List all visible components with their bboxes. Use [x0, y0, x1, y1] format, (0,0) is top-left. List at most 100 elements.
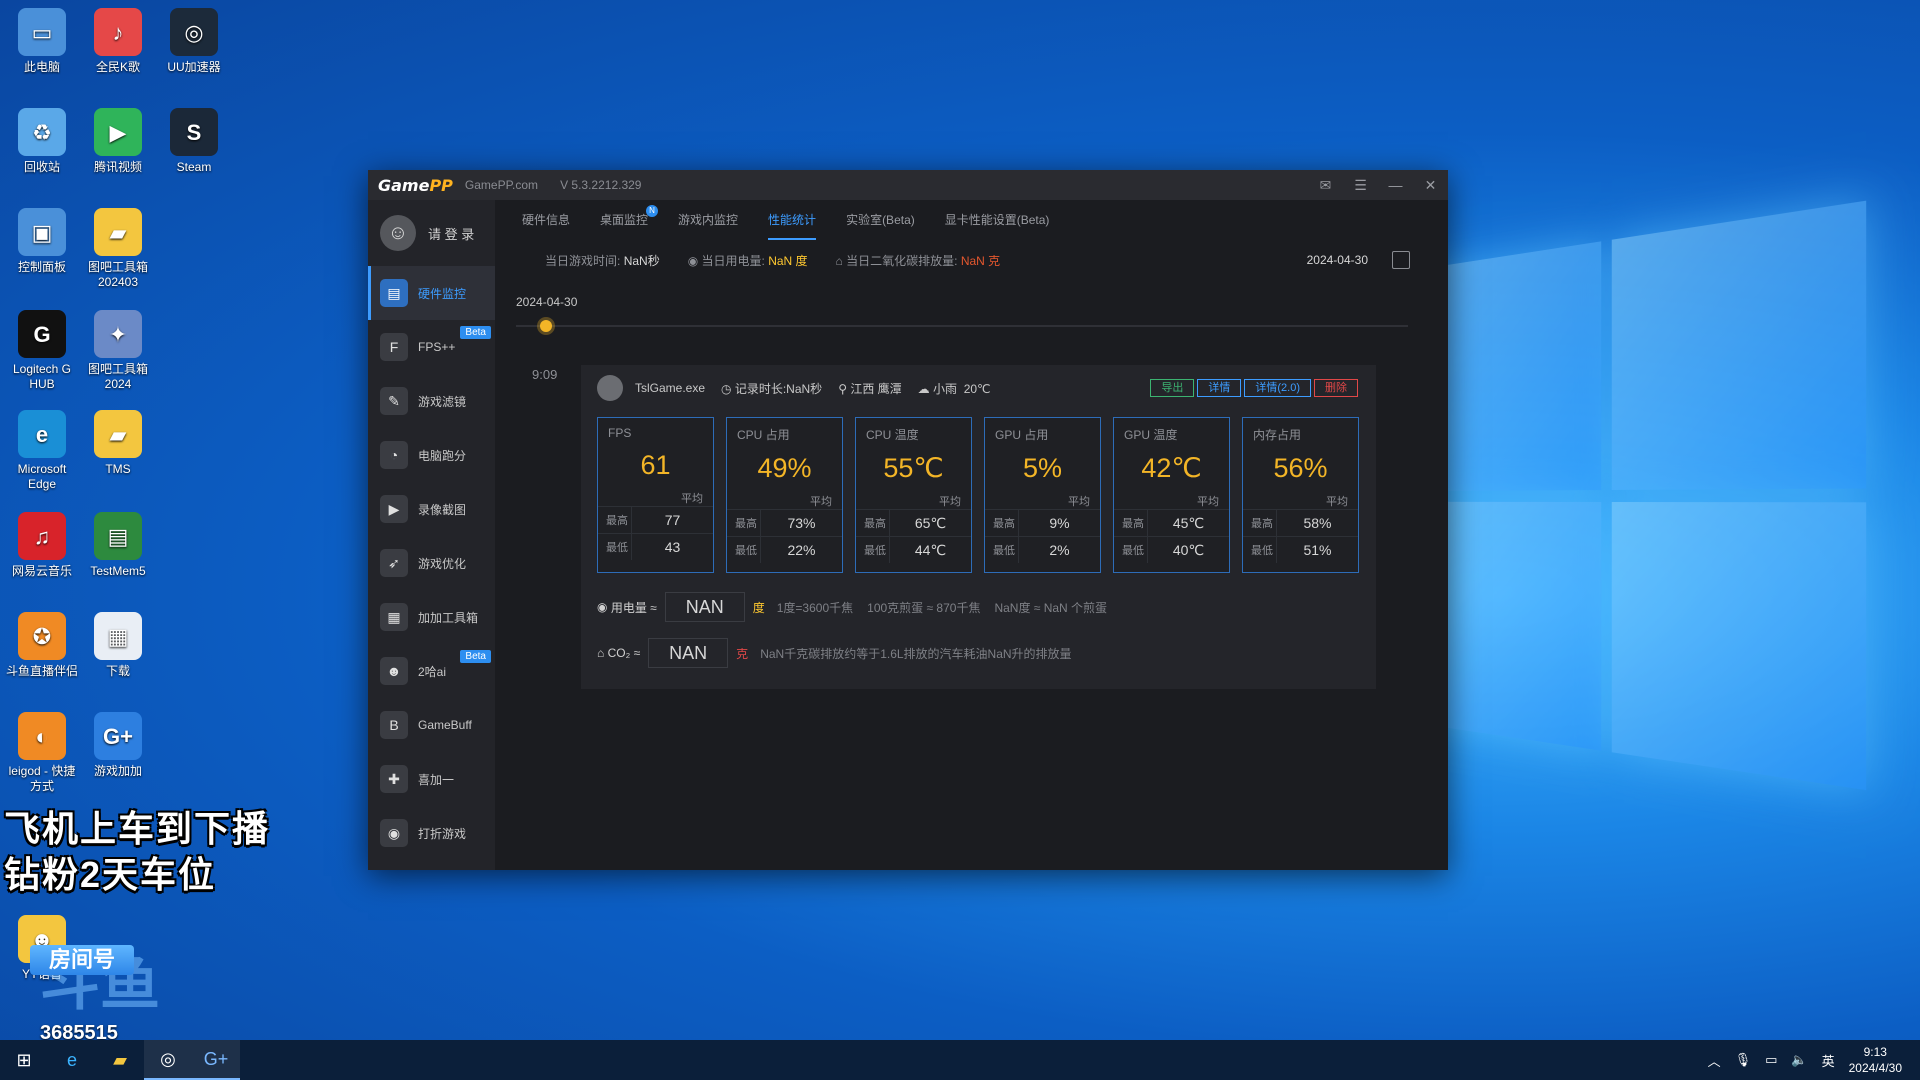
app-icon: ◐ [18, 712, 66, 760]
app-icon: G+ [94, 712, 142, 760]
sidebar-item[interactable]: ◉ 打折游戏 [368, 806, 495, 860]
app-icon: ▭ [18, 8, 66, 56]
average-label: 平均 [1326, 496, 1348, 508]
sidebar: ☺ 请 登 录 ▤ 硬件监控 F FPS++ Beta ✎ 游戏滤镜 ◔ 电脑跑分 ▶ 录像截图 ➶ 游… [368, 200, 495, 870]
average-label: 平均 [681, 493, 703, 505]
detail-button[interactable]: 详情 [1197, 379, 1242, 397]
sidebar-item[interactable]: B GameBuff [368, 698, 495, 752]
desktop-icon-label: 网易云音乐 [11, 564, 72, 578]
ime-indicator[interactable]: 英 [1822, 1051, 1835, 1070]
metric-card: CPU 占用 49% 平均 最高 73% 最低 22% [726, 417, 843, 573]
metric-title: FPS [608, 426, 632, 440]
tab[interactable]: 显卡性能设置(Beta) [945, 200, 1050, 240]
desktop-icon[interactable]: ▭ 此电脑 [4, 8, 80, 75]
volume-icon[interactable]: 🔈 [1791, 1052, 1807, 1068]
explorer-taskbar-icon[interactable]: ▰ [96, 1040, 144, 1080]
desktop-icon[interactable]: ▦ 下载 [80, 612, 156, 679]
desktop-icon[interactable]: ♫ 网易云音乐 [4, 512, 80, 579]
co2-value: NAN [648, 638, 729, 668]
sidebar-item[interactable]: ◔ 电脑跑分 [368, 428, 495, 482]
metric-min-row: 最低 44℃ [856, 536, 971, 563]
record-location: ⚲ 江西 鹰潭 [838, 381, 902, 396]
delete-button[interactable]: 删除 [1314, 379, 1358, 397]
metric-average: 61 [640, 450, 671, 480]
sidebar-item[interactable]: ▤ 硬件监控 [368, 266, 495, 320]
minimize-button[interactable]: — [1378, 177, 1413, 194]
timeline-marker[interactable] [540, 320, 552, 332]
metric-card: GPU 占用 5% 平均 最高 9% 最低 2% [984, 417, 1101, 573]
gamepp-taskbar-icon[interactable]: G+ [192, 1040, 240, 1080]
nav-icon: ◉ [380, 819, 408, 847]
taskbar: ⊞ e ▰ ◎ G+ ︿ 🎙 ▭ 🔈 英 9:13 2024/4/30 [0, 1040, 1920, 1080]
microphone-icon[interactable]: 🎙 [1735, 1052, 1752, 1068]
metric-average: 5% [1022, 453, 1063, 483]
desktop-icon[interactable]: ▰ 图吧工具箱 202403 [80, 208, 156, 290]
tab[interactable]: 游戏内监控 [678, 200, 738, 240]
calendar-icon[interactable] [1392, 251, 1410, 269]
metric-average: 56% [1273, 453, 1328, 483]
windows-wallpaper-logo [1407, 199, 1876, 801]
beta-badge: Beta [460, 650, 491, 663]
mail-icon[interactable]: ✉ [1308, 177, 1343, 194]
desktop-icon[interactable]: G Logitech G HUB [4, 310, 80, 392]
menu-icon[interactable]: ☰ [1343, 177, 1378, 194]
tab[interactable]: 实验室(Beta) [846, 200, 915, 240]
app-icon: ▰ [94, 410, 142, 458]
sidebar-item[interactable]: F FPS++ Beta [368, 320, 495, 374]
desktop-icon[interactable]: S Steam [156, 108, 232, 175]
app-icon: ♫ [18, 512, 66, 560]
desktop-icon[interactable]: ▰ TMS [80, 410, 156, 477]
metric-min-row: 最低 40℃ [1114, 536, 1229, 563]
login-area[interactable]: ☺ 请 登 录 [368, 200, 495, 266]
metric-average: 55℃ [883, 453, 944, 483]
desktop-icon[interactable]: ◎ UU加速器 [156, 8, 232, 75]
close-button[interactable]: ✕ [1413, 177, 1448, 194]
tab[interactable]: 硬件信息 [522, 200, 570, 240]
app-icon: ▶ [94, 108, 142, 156]
nav-icon: ✎ [380, 387, 408, 415]
desktop-icon[interactable]: ◐ leigod - 快捷方式 [4, 712, 80, 794]
sidebar-item[interactable]: ▦ 加加工具箱 [368, 590, 495, 644]
desktop-icon-label: 下载 [105, 664, 130, 678]
desktop-icon-label: 此电脑 [23, 60, 60, 74]
sidebar-item[interactable]: ✎ 游戏滤镜 [368, 374, 495, 428]
desktop-icon[interactable]: ✦ 图吧工具箱 2024 [80, 310, 156, 392]
desktop-icon[interactable]: ♪ 全民K歌 [80, 8, 156, 75]
sidebar-item[interactable]: ✚ 喜加一 [368, 752, 495, 806]
desktop-icon[interactable]: G+ 游戏加加 [80, 712, 156, 779]
sidebar-item[interactable]: ▶ 录像截图 [368, 482, 495, 536]
desktop-icon[interactable]: ▶ 腾讯视频 [80, 108, 156, 175]
room-label: 房间号 [30, 945, 134, 975]
app-icon: ◎ [170, 8, 218, 56]
tab[interactable]: 性能统计 [768, 200, 817, 240]
desktop-icon[interactable]: ♻ 回收站 [4, 108, 80, 175]
tab[interactable]: 桌面监控 N [600, 200, 659, 240]
desktop-icon[interactable]: ▣ 控制面板 [4, 208, 80, 275]
metric-min-row: 最低 22% [727, 536, 842, 563]
desktop-icon[interactable]: e Microsoft Edge [4, 410, 80, 492]
sidebar-item[interactable]: ☻ 2哈ai Beta [368, 644, 495, 698]
uu-taskbar-icon[interactable]: ◎ [144, 1040, 192, 1080]
app-icon: ▣ [18, 208, 66, 256]
export-button[interactable]: 导出 [1150, 379, 1195, 397]
network-icon[interactable]: ▭ [1765, 1052, 1777, 1068]
timeline-track [516, 325, 1408, 327]
co2-icon: ⌂ [597, 646, 608, 660]
metric-max-row: 最高 73% [727, 509, 842, 536]
sidebar-item[interactable]: ➶ 游戏优化 [368, 536, 495, 590]
sidebar-item-label: 游戏滤镜 [418, 394, 467, 409]
desktop-icon[interactable]: ▤ TestMem5 [80, 512, 156, 579]
app-icon: ▤ [94, 512, 142, 560]
clock[interactable]: 9:13 2024/4/30 [1849, 1044, 1902, 1076]
desktop-icon-label: 图吧工具箱 2024 [87, 362, 148, 391]
edge-taskbar-icon[interactable]: e [48, 1040, 96, 1080]
sidebar-item-label: 打折游戏 [418, 826, 467, 841]
start-button[interactable]: ⊞ [0, 1040, 48, 1080]
chevron-up-icon[interactable]: ︿ [1708, 1051, 1721, 1070]
desktop-icon[interactable]: ✪ 斗鱼直播伴侣 [4, 612, 80, 679]
detail2-button[interactable]: 详情(2.0) [1244, 379, 1311, 397]
nav-icon: B [380, 711, 408, 739]
metric-average: 49% [757, 453, 812, 483]
metric-card: GPU 温度 42℃ 平均 最高 45℃ 最低 40℃ [1113, 417, 1230, 573]
app-icon: ✪ [18, 612, 66, 660]
